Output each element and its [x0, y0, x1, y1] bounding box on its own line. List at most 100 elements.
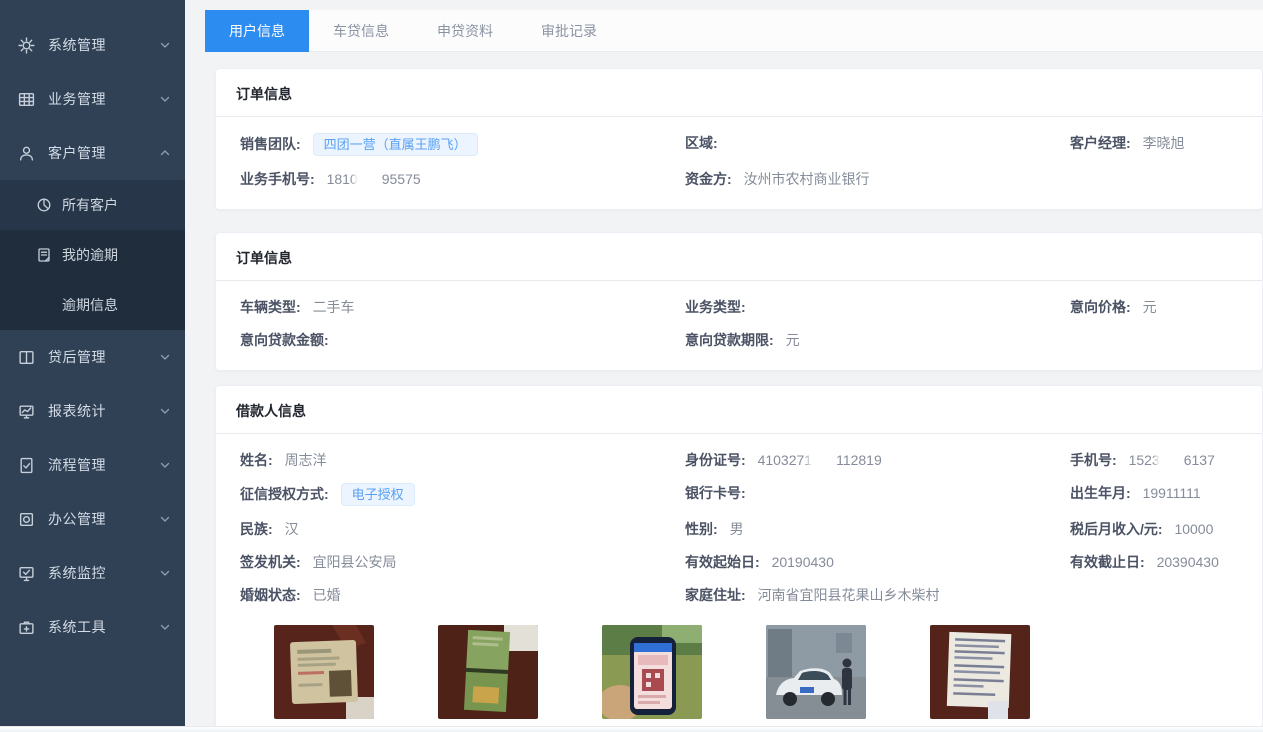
field-ethnicity: 民族: 汉: [240, 519, 685, 539]
field-value: 元: [786, 332, 800, 348]
field-label: 手机号:: [1070, 452, 1117, 468]
sidebar-item-label: 我的逾期: [62, 245, 118, 265]
field-label: 车辆类型:: [240, 299, 301, 315]
field-label: 有效截止日:: [1070, 554, 1145, 570]
chevron-down-icon: [159, 405, 171, 417]
field-value: 20190430: [772, 554, 834, 570]
person-car-photo[interactable]: 人车合影: [766, 625, 866, 732]
field-account-manager: 客户经理: 李晓旭: [1070, 133, 1238, 156]
auth-qr-photo[interactable]: 征信授权: [602, 625, 702, 732]
field-label: 意向贷款期限:: [685, 332, 774, 348]
detail-tabs: 用户信息 车贷信息 申贷资料 审批记录: [205, 10, 1263, 52]
field-value: 181095575: [327, 171, 421, 187]
customer-mgmt-submenu: 所有客户 我的逾期 逾期信息: [0, 180, 185, 330]
field-value: 汉: [285, 521, 299, 537]
chart-monitor-icon: [18, 403, 35, 420]
sidebar: 系统管理 业务管理 客户管理 所有客户: [0, 0, 185, 732]
sidebar-item-label: 客户管理: [48, 143, 159, 163]
open-book-icon: [18, 349, 35, 366]
borrower-photos: 身份证: [274, 625, 1238, 732]
sidebar-item-system-tools[interactable]: 系统工具: [0, 600, 185, 654]
sidebar-item-overdue-info[interactable]: 逾期信息: [0, 280, 185, 330]
field-label: 意向价格:: [1070, 299, 1131, 315]
sidebar-item-label: 所有客户: [62, 195, 118, 215]
tab-approval-records[interactable]: 审批记录: [517, 10, 621, 52]
card-title: 订单信息: [216, 69, 1262, 117]
field-label: 婚姻状态:: [240, 587, 301, 603]
field-gender: 性别: 男: [685, 519, 1070, 539]
field-business-phone: 业务手机号: 181095575: [240, 169, 685, 189]
field-label: 民族:: [240, 521, 273, 537]
field-valid-to: 有效截止日: 20390430: [1070, 552, 1238, 572]
sidebar-item-my-overdue[interactable]: 我的逾期: [0, 230, 185, 280]
sidebar-item-label: 业务管理: [48, 89, 159, 109]
field-issuing-authority: 签发机关: 宜阳县公安局: [240, 552, 685, 572]
field-label: 意向贷款金额:: [240, 332, 329, 348]
person-car-photo-thumbnail: [766, 625, 866, 719]
field-value: 汝州市农村商业银行: [744, 171, 870, 187]
sidebar-item-report-stats[interactable]: 报表统计: [0, 384, 185, 438]
main-content: 用户信息 车贷信息 申贷资料 审批记录 订单信息 销售团队: 四团一营（直属王鹏…: [185, 0, 1263, 732]
chevron-down-icon: [159, 621, 171, 633]
license-photo[interactable]: 驾驶证照片: [438, 625, 538, 732]
field-bank-card-number: 银行卡号:: [685, 483, 1070, 506]
sidebar-item-postloan-mgmt[interactable]: 贷后管理: [0, 330, 185, 384]
sidebar-item-system-mgmt[interactable]: 系统管理: [0, 18, 185, 72]
field-value: 二手车: [313, 299, 355, 315]
sidebar-item-business-mgmt[interactable]: 业务管理: [0, 72, 185, 126]
field-id-number: 身份证号: 4103271112819: [685, 450, 1070, 470]
sidebar-item-label: 系统管理: [48, 35, 159, 55]
office-box-icon: [18, 511, 35, 528]
sidebar-item-system-monitor[interactable]: 系统监控: [0, 546, 185, 600]
order-info-card-1: 订单信息 销售团队: 四团一营（直属王鹏飞） 区域: 客户经理: 李晓旭: [215, 68, 1263, 210]
tab-car-loan-info[interactable]: 车贷信息: [309, 10, 413, 52]
sidebar-item-label: 贷后管理: [48, 347, 159, 367]
sidebar-item-process-mgmt[interactable]: 流程管理: [0, 438, 185, 492]
order-info-card-2: 订单信息 车辆类型: 二手车 业务类型: 意向价格: 元: [215, 232, 1263, 371]
horizontal-scrollbar[interactable]: [0, 726, 1263, 732]
field-label: 客户经理:: [1070, 135, 1131, 151]
tab-loan-application-docs[interactable]: 申贷资料: [413, 10, 517, 52]
chevron-down-icon: [159, 39, 171, 51]
field-value: 元: [1143, 299, 1157, 315]
field-mobile: 手机号: 15236137: [1070, 450, 1238, 470]
sidebar-item-customer-mgmt[interactable]: 客户管理: [0, 126, 185, 180]
card-title: 订单信息: [216, 233, 1262, 281]
document-photo-thumbnail: [930, 625, 1030, 719]
tab-user-info[interactable]: 用户信息: [205, 10, 309, 52]
field-marital-status: 婚姻状态: 已婚: [240, 585, 685, 605]
field-valid-from: 有效起始日: 20190430: [685, 552, 1070, 572]
sidebar-item-label: 系统监控: [48, 563, 159, 583]
field-value: 男: [730, 521, 744, 537]
field-value: 周志洋: [285, 452, 327, 468]
field-label: 有效起始日:: [685, 554, 760, 570]
credit-auth-tag[interactable]: 电子授权: [341, 483, 415, 506]
sidebar-item-label: 办公管理: [48, 509, 159, 529]
field-label: 业务手机号:: [240, 171, 315, 187]
field-label: 销售团队:: [240, 136, 301, 152]
sidebar-item-office-mgmt[interactable]: 办公管理: [0, 492, 185, 546]
sidebar-item-all-customers[interactable]: 所有客户: [0, 180, 185, 230]
sales-team-tag[interactable]: 四团一营（直属王鹏飞）: [313, 133, 478, 156]
redaction-blur: [812, 454, 836, 466]
chevron-up-icon: [159, 147, 171, 159]
field-value: 4103271112819: [758, 452, 882, 468]
redaction-blur: [358, 173, 382, 185]
id-card-photo-thumbnail: [274, 625, 374, 719]
toolbox-icon: [18, 619, 35, 636]
field-home-address: 家庭住址: 河南省宜阳县花果山乡木柴村: [685, 585, 1070, 605]
field-label: 身份证号:: [685, 452, 746, 468]
field-birth-date: 出生年月: 19911111: [1070, 483, 1238, 506]
chevron-down-icon: [159, 459, 171, 471]
field-label: 出生年月:: [1070, 485, 1131, 501]
field-label: 姓名:: [240, 452, 273, 468]
flow-doc-icon: [18, 457, 35, 474]
field-funder: 资金方: 汝州市农村商业银行: [685, 169, 1070, 189]
field-intent-loan-term: 意向贷款期限: 元: [685, 330, 1070, 350]
field-name: 姓名: 周志洋: [240, 450, 685, 470]
id-card-photo[interactable]: 身份证: [274, 625, 374, 732]
field-value: 10000: [1174, 521, 1213, 537]
chevron-down-icon: [159, 513, 171, 525]
field-value: 河南省宜阳县花果山乡木柴村: [758, 587, 940, 603]
document-photo[interactable]: 结婚证明: [930, 625, 1030, 732]
